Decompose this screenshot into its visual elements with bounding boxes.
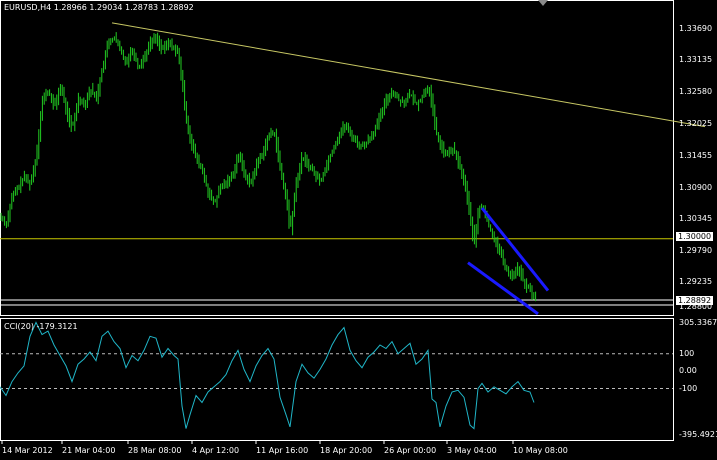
- cci-tick-label: 100: [679, 348, 695, 358]
- low-value: 1.28783: [125, 3, 159, 12]
- time-tick-label: 11 Apr 16:00: [256, 446, 309, 455]
- close-value: 1.28892: [160, 3, 194, 12]
- price-tick-label: 1.33690: [679, 23, 713, 33]
- price-tick-label: 1.30900: [679, 182, 713, 192]
- symbol-header: EURUSD,H4 1.28966 1.29034 1.28783 1.2889…: [4, 3, 194, 13]
- trendline: [111, 22, 706, 128]
- time-tick-label: 28 Mar 08:00: [128, 446, 182, 455]
- cci-tick-label: -395.4921: [679, 430, 717, 439]
- time-tick-label: 3 May 04:00: [447, 446, 497, 455]
- high-value: 1.29034: [89, 3, 123, 12]
- cci-indicator-title: CCI(20) -179.3121: [4, 322, 78, 331]
- time-tick-label: 21 Mar 04:00: [62, 446, 116, 455]
- time-tick-label: 26 Apr 00:00: [384, 446, 437, 455]
- cci-line: [0, 321, 535, 430]
- price-tick-label: 1.31455: [679, 150, 713, 160]
- cci-tick-label: -100: [679, 383, 698, 393]
- price-pane-border: [0, 0, 674, 316]
- time-tick-label: 4 Apr 12:00: [192, 446, 240, 455]
- price-tick-label: 1.33135: [679, 55, 713, 65]
- price-tick-label: 1.29790: [679, 245, 713, 255]
- cci-tick-label: 0.00: [679, 366, 697, 376]
- price-tick-label: 1.30345: [679, 214, 713, 224]
- time-tick-label: 10 May 08:00: [513, 446, 568, 455]
- time-tick-label: 14 Mar 2012: [2, 446, 53, 455]
- wedge-upper-line: [480, 207, 550, 292]
- wedge-lower-line: [467, 261, 539, 316]
- time-tick-label: 18 Apr 20:00: [320, 446, 373, 455]
- chart-canvas[interactable]: [0, 0, 717, 460]
- price-tick-label: 1.32025: [679, 118, 713, 128]
- cci-tick-label: 305.3367: [679, 318, 717, 327]
- price-tick-label: 1.29235: [679, 277, 713, 287]
- hline-price-tag: 1.30000: [676, 232, 714, 241]
- current-price-tag: 1.28892: [676, 296, 714, 305]
- chart-shift-marker[interactable]: [538, 0, 548, 6]
- symbol-label: EURUSD,H4: [4, 3, 52, 12]
- price-tick-label: 1.32580: [679, 86, 713, 96]
- open-value: 1.28966: [53, 3, 87, 12]
